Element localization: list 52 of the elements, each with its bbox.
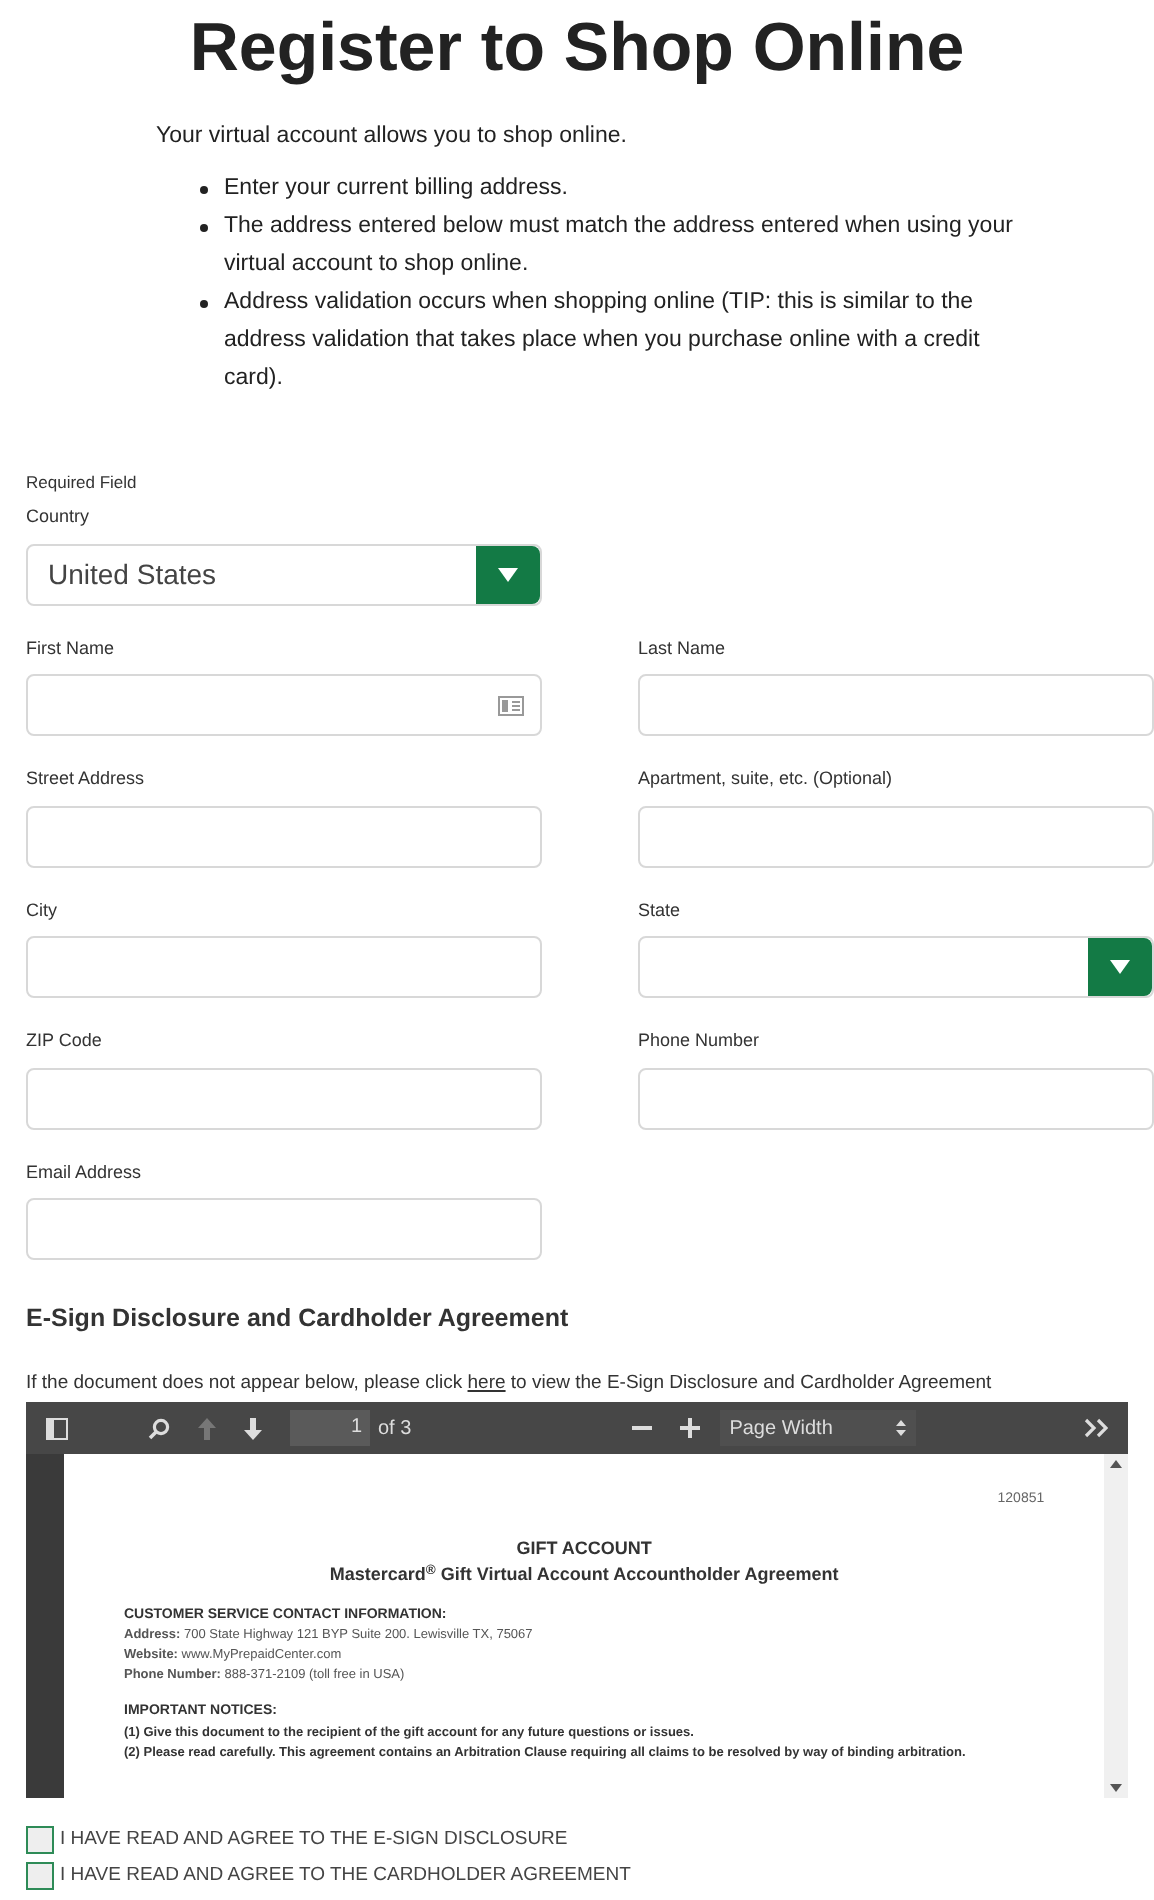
scroll-down-icon[interactable]: [1110, 1784, 1123, 1792]
document-subheading: Mastercard$^{®}$ Gift Virtual Account Accountholder Agreement: [327, 1562, 841, 1588]
page-title: Register to Shop Online: [187, 8, 967, 90]
field-label: Country: [26, 504, 92, 530]
field-label: Last Name: [638, 635, 728, 661]
checkbox-label: I HAVE READ AND AGREE TO THE E-SIGN DISCLOSURE: [60, 1826, 568, 1854]
document-note: If the document does not appear below, please click here to view the E-Sign Disclosure and Cardholder Agreement: [26, 1369, 994, 1398]
input-field[interactable]: [638, 1067, 1154, 1129]
checkbox[interactable]: [26, 1826, 54, 1855]
view-link[interactable]: here: [467, 1371, 506, 1394]
search-icon[interactable]: [148, 1417, 170, 1439]
bullet-text: Enter your current billing address.: [224, 174, 568, 205]
checkbox[interactable]: [26, 1862, 54, 1891]
checkbox-label: I HAVE READ AND AGREE TO THE CARDHOLDER AGREEMENT: [60, 1862, 631, 1891]
field-label: Street Address: [26, 766, 147, 792]
dropdown-button[interactable]: [1088, 938, 1152, 996]
sidebar-toggle-icon[interactable]: [46, 1417, 68, 1439]
input-field[interactable]: [26, 936, 542, 998]
bullet-text: Address validation occurs when shopping online (TIP: this is similar to the address validation that takes place when you purchase online with a credit card).: [224, 288, 982, 395]
field-label: First Name: [26, 635, 117, 661]
caret-icon: [498, 567, 518, 581]
input-field[interactable]: [638, 805, 1154, 867]
input-field[interactable]: [26, 674, 542, 736]
scroll-up-icon[interactable]: [1110, 1460, 1123, 1468]
input-field[interactable]: [638, 674, 1154, 736]
contact-card-icon: [498, 695, 524, 715]
dropdown-button[interactable]: [476, 545, 540, 603]
zoom-select[interactable]: Page Width: [719, 1410, 916, 1446]
page-number-field[interactable]: 1: [290, 1410, 370, 1446]
input-field[interactable]: [26, 805, 542, 867]
document-heading: GIFT ACCOUNT: [514, 1535, 654, 1561]
input-field[interactable]: [26, 1198, 542, 1260]
more-tools-icon[interactable]: [1084, 1418, 1108, 1438]
select-value: United States: [48, 555, 217, 593]
field-label: State: [638, 897, 683, 923]
field-label: City: [26, 897, 59, 924]
required-note: Required Field: [26, 470, 139, 496]
select-field[interactable]: [638, 936, 1154, 998]
field-label: Apartment, suite, etc. (Optional): [638, 766, 895, 792]
updown-icon: [895, 1420, 906, 1436]
zoom-in-icon[interactable]: [679, 1418, 700, 1438]
bullet-text: The address entered below must match the address entered when using your virtual account to shop online.: [224, 212, 1015, 281]
section-heading: E-Sign Disclosure and Cardholder Agreement: [26, 1302, 571, 1336]
field-label: Email Address: [26, 1159, 144, 1185]
select-field[interactable]: United States: [26, 543, 542, 605]
down-arrow-icon[interactable]: [244, 1417, 262, 1439]
caret-icon: [1110, 960, 1130, 974]
field-label: Phone Number: [638, 1028, 762, 1054]
intro-text: Your virtual account allows you to shop online.: [156, 122, 629, 152]
field-label: ZIP Code: [26, 1028, 104, 1054]
page-count: of 3: [378, 1415, 412, 1443]
input-field[interactable]: [26, 1067, 542, 1129]
